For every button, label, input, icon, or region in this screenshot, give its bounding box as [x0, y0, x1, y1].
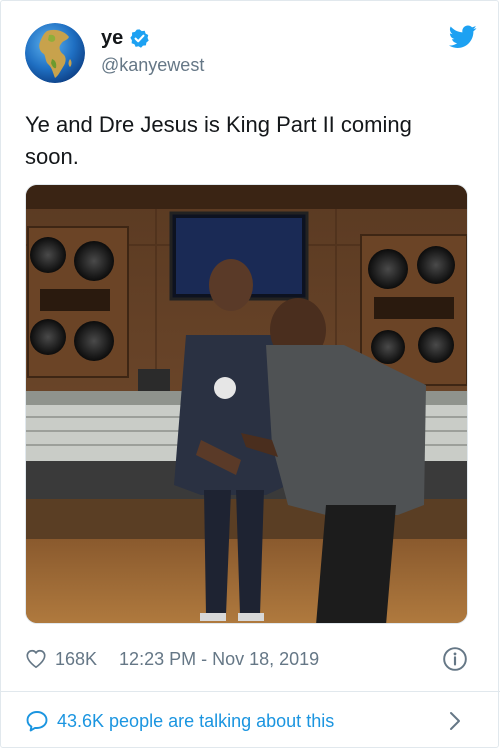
display-name[interactable]: ye: [101, 27, 123, 50]
speech-bubble-icon: [26, 711, 48, 732]
tweet-photo[interactable]: [25, 184, 468, 624]
chevron-right-icon[interactable]: [448, 710, 462, 732]
verified-badge-icon: [130, 29, 149, 48]
heart-icon[interactable]: [25, 648, 47, 670]
tweet-card[interactable]: ye @kanyewest Ye and Dre Jesus is King P…: [0, 0, 500, 748]
avatar[interactable]: [25, 23, 85, 83]
like-count[interactable]: 168K: [55, 649, 97, 670]
twitter-bird-icon[interactable]: [449, 25, 477, 49]
conversation-link[interactable]: 43.6K people are talking about this: [25, 707, 468, 735]
tweet-text: Ye and Dre Jesus is King Part II coming …: [25, 112, 412, 169]
tweet-timestamp[interactable]: 12:23 PM - Nov 18, 2019: [119, 649, 319, 670]
studio-photo: [26, 185, 467, 623]
info-icon[interactable]: [442, 646, 468, 672]
conversation-label[interactable]: 43.6K people are talking about this: [57, 711, 334, 732]
globe-icon: [25, 23, 85, 83]
author-name-row: ye: [101, 27, 150, 50]
divider: [1, 691, 500, 692]
tweet-meta: 168K 12:23 PM - Nov 18, 2019: [25, 645, 468, 673]
tweet-header: ye @kanyewest: [25, 23, 477, 85]
author-handle[interactable]: @kanyewest: [101, 55, 204, 76]
